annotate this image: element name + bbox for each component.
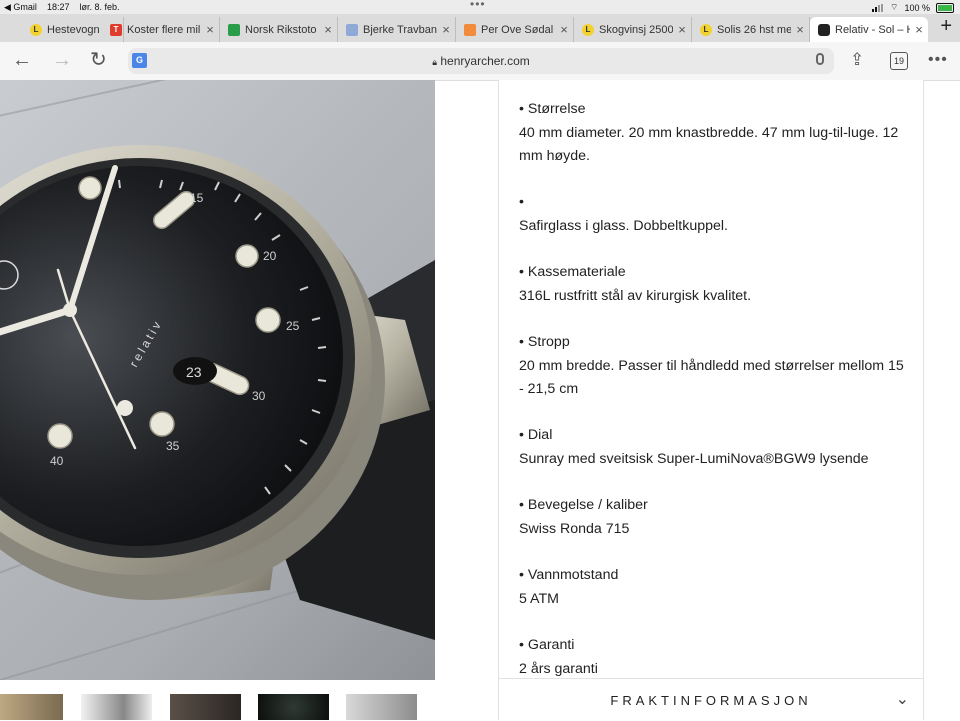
- lock-icon: 🔒︎: [432, 57, 438, 67]
- browser-tab[interactable]: L Solis 26 hst me ×: [692, 17, 810, 42]
- cellular-signal-icon: [872, 3, 884, 12]
- tab-title: Solis 26 hst me: [717, 23, 791, 36]
- share-icon[interactable]: ⇪: [850, 50, 864, 70]
- tab-favicon-icon: [818, 23, 830, 36]
- spec-text: Swiss Ronda 715: [519, 520, 630, 537]
- spec-heading: • Bevegelse / kaliber: [519, 497, 648, 513]
- spec-heading: • Garanti: [519, 637, 575, 653]
- tab-favicon-icon: L: [30, 23, 42, 36]
- close-tab-icon[interactable]: ×: [673, 22, 691, 37]
- watch-illustration: 23 15 20 25 30 35 40 relativ: [0, 80, 435, 680]
- tab-favicon-icon: [228, 23, 240, 36]
- new-tab-icon[interactable]: +: [940, 15, 952, 38]
- spec-item: • Kassemateriale 316L rustfritt stål av …: [519, 261, 904, 308]
- spec-heading: • Stropp: [519, 334, 570, 350]
- forward-arrow-icon[interactable]: →: [52, 50, 72, 70]
- dial-number: 25: [286, 319, 300, 333]
- close-tab-icon[interactable]: ×: [437, 22, 455, 37]
- browser-tab[interactable]: T Koster flere mil ×: [102, 17, 220, 42]
- microphone-icon[interactable]: [816, 53, 824, 65]
- tab-title: Koster flere mil: [127, 23, 201, 36]
- spec-item: • Bevegelse / kaliber Swiss Ronda 715: [519, 494, 904, 541]
- back-arrow-icon[interactable]: ←: [12, 50, 32, 70]
- spec-text: 316L rustfritt stål av kirurgisk kvalite…: [519, 287, 752, 304]
- spec-heading: • Dial: [519, 427, 553, 443]
- tab-favicon-icon: [464, 23, 476, 36]
- browser-tab[interactable]: Per Ove Sødal ×: [456, 17, 574, 42]
- tab-title: Norsk Rikstoto: [245, 23, 317, 36]
- wifi-icon: ⌔: [890, 2, 899, 12]
- shipping-info-accordion[interactable]: FRAKTINFORMASJON ⌄: [499, 678, 923, 721]
- chevron-down-icon: ⌄: [895, 691, 909, 708]
- close-tab-icon[interactable]: ×: [201, 22, 219, 37]
- clock: 18:27: [46, 2, 70, 12]
- thumbnail-strip: [0, 694, 435, 720]
- spec-text: 20 mm bredde. Passer til håndledd med st…: [519, 357, 904, 398]
- spec-item: • Stropp 20 mm bredde. Passer til håndle…: [519, 331, 904, 402]
- browser-tab[interactable]: Norsk Rikstoto ×: [220, 17, 338, 42]
- browser-tab[interactable]: L Skogvinsj 2500 ×: [574, 17, 692, 42]
- accordion-label: FRAKTINFORMASJON: [610, 693, 812, 708]
- thumbnail[interactable]: [0, 694, 63, 720]
- spec-text: 5 ATM: [519, 590, 559, 607]
- spec-text: Safirglass i glass. Dobbeltkuppel.: [519, 217, 728, 234]
- address-bar[interactable]: G 🔒︎ henryarcher.com: [128, 48, 834, 74]
- spec-heading: • Kassemateriale: [519, 264, 626, 280]
- close-tab-icon[interactable]: ×: [555, 22, 573, 37]
- tab-title: Bjerke Travbane: [363, 23, 437, 36]
- battery-icon: [936, 2, 954, 13]
- browser-toolbar: ← → ↻ G 🔒︎ henryarcher.com ⇪ 19 •••: [0, 42, 960, 81]
- date-window-text: 23: [186, 364, 202, 380]
- dial-number: 40: [50, 454, 64, 468]
- close-tab-icon[interactable]: ×: [910, 22, 928, 37]
- dial-number: 20: [263, 249, 277, 263]
- url-text: henryarcher.com: [440, 54, 530, 68]
- tab-title: Hestevogn: [47, 23, 100, 36]
- dial-number: 15: [190, 191, 204, 205]
- tab-strip: L Hestevogn × T Koster flere mil × Norsk…: [0, 14, 960, 42]
- tab-favicon-icon: [346, 23, 358, 36]
- close-tab-icon[interactable]: ×: [319, 22, 337, 37]
- tab-count-button[interactable]: 19: [890, 52, 908, 70]
- spec-item: • Størrelse 40 mm diameter. 20 mm knastb…: [519, 98, 904, 169]
- spec-item: • Safirglass i glass. Dobbeltkuppel.: [519, 191, 904, 238]
- tab-title: Skogvinsj 2500: [599, 23, 673, 36]
- browser-tab-active[interactable]: Relativ - Sol – H ×: [810, 17, 928, 42]
- spec-item: • Vannmotstand 5 ATM: [519, 564, 904, 611]
- more-menu-icon[interactable]: •••: [928, 50, 948, 70]
- tab-favicon-icon: T: [110, 23, 122, 36]
- thumbnail[interactable]: [170, 694, 241, 720]
- dial-number: 35: [166, 439, 180, 453]
- tab-favicon-icon: L: [582, 23, 594, 36]
- close-tab-icon[interactable]: ×: [791, 22, 809, 37]
- thumbnail[interactable]: [258, 694, 329, 720]
- product-details-panel: • Størrelse 40 mm diameter. 20 mm knastb…: [498, 80, 924, 720]
- date: lør. 8. feb.: [79, 2, 120, 12]
- tab-title: Per Ove Sødal: [481, 23, 554, 36]
- spec-text: Sunray med sveitsisk Super-LumiNova®BGW9…: [519, 450, 869, 467]
- spec-heading: •: [519, 194, 524, 210]
- spec-item: • Garanti 2 års garanti: [519, 634, 904, 681]
- spec-heading: • Størrelse: [519, 101, 586, 117]
- spec-text: 40 mm diameter. 20 mm knastbredde. 47 mm…: [519, 124, 899, 165]
- thumbnail[interactable]: [346, 694, 417, 720]
- multitask-dots[interactable]: •••: [470, 0, 486, 11]
- tab-title: Relativ - Sol – H: [835, 23, 910, 36]
- thumbnail[interactable]: [81, 694, 152, 720]
- battery-percent: 100 %: [904, 2, 930, 13]
- browser-tab[interactable]: Bjerke Travbane ×: [338, 17, 456, 42]
- back-to-app-link[interactable]: ◀ Gmail: [4, 2, 37, 13]
- product-image[interactable]: 23 15 20 25 30 35 40 relativ: [0, 80, 435, 680]
- ios-status-bar: ◀ Gmail 18:27 lør. 8. feb. ••• ⌔ 100 %: [0, 0, 960, 14]
- spec-item: • Dial Sunray med sveitsisk Super-LumiNo…: [519, 424, 904, 471]
- tab-favicon-icon: L: [700, 23, 712, 36]
- dial-number: 30: [252, 389, 266, 403]
- reload-icon[interactable]: ↻: [90, 50, 107, 70]
- spec-heading: • Vannmotstand: [519, 567, 619, 583]
